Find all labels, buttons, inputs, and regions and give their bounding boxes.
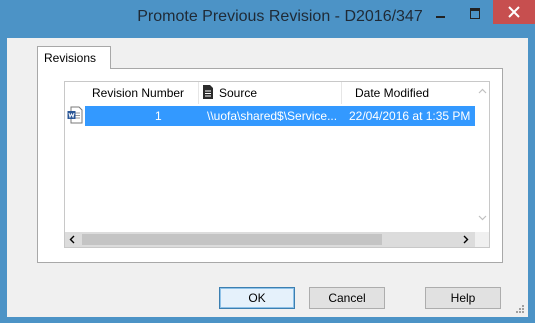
list-header: Revision Number Source Date Modified	[65, 82, 475, 104]
scroll-right-icon[interactable]	[463, 235, 469, 244]
cell-revision-number: 1	[155, 109, 162, 123]
scrollbar-corner	[475, 232, 489, 247]
close-button[interactable]	[493, 0, 535, 24]
revisions-tab-panel: Revision Number Source Date Modified 1 \…	[37, 68, 503, 263]
dialog-client-area: Revisions Revision Number Source Date Mo…	[7, 38, 528, 317]
column-header-revision-number[interactable]: Revision Number	[92, 86, 184, 100]
title-bar[interactable]: Promote Previous Revision - D2016/347	[0, 0, 535, 38]
selected-row-highlight: 1 \\uofa\shared$\Service... 22/04/2016 a…	[85, 106, 475, 126]
ok-button[interactable]: OK	[219, 287, 295, 309]
scroll-up-icon[interactable]	[478, 88, 487, 94]
tab-revisions[interactable]: Revisions	[37, 46, 111, 69]
cancel-button[interactable]: Cancel	[309, 287, 385, 309]
column-header-date-modified[interactable]: Date Modified	[355, 86, 429, 100]
maximize-button[interactable]	[458, 0, 492, 28]
revisions-list[interactable]: Revision Number Source Date Modified 1 \…	[64, 81, 490, 248]
maximize-icon	[470, 8, 480, 19]
minimize-icon	[436, 16, 445, 18]
column-divider[interactable]	[198, 82, 199, 104]
close-icon	[508, 6, 520, 18]
cell-date-modified: 22/04/2016 at 1:35 PM	[349, 109, 471, 123]
column-header-source[interactable]: Source	[219, 86, 257, 100]
window-title: Promote Previous Revision - D2016/347	[137, 8, 423, 25]
resize-grip-icon[interactable]	[515, 304, 525, 314]
minimize-button[interactable]	[422, 0, 458, 28]
vertical-scrollbar[interactable]	[475, 82, 489, 232]
help-button[interactable]: Help	[425, 287, 501, 309]
cell-source: \\uofa\shared$\Service...	[207, 109, 338, 123]
horizontal-scrollbar[interactable]	[65, 232, 475, 247]
column-divider[interactable]	[341, 82, 342, 104]
table-row[interactable]: 1 \\uofa\shared$\Service... 22/04/2016 a…	[65, 106, 475, 126]
document-icon	[203, 85, 213, 99]
scroll-down-icon[interactable]	[478, 215, 487, 221]
scroll-left-icon[interactable]	[69, 235, 75, 244]
dialog-window: Promote Previous Revision - D2016/347 Re…	[0, 0, 535, 323]
word-document-icon	[67, 106, 83, 124]
app-icon	[10, 9, 26, 25]
tab-label: Revisions	[44, 51, 97, 65]
scrollbar-thumb[interactable]	[82, 234, 382, 245]
